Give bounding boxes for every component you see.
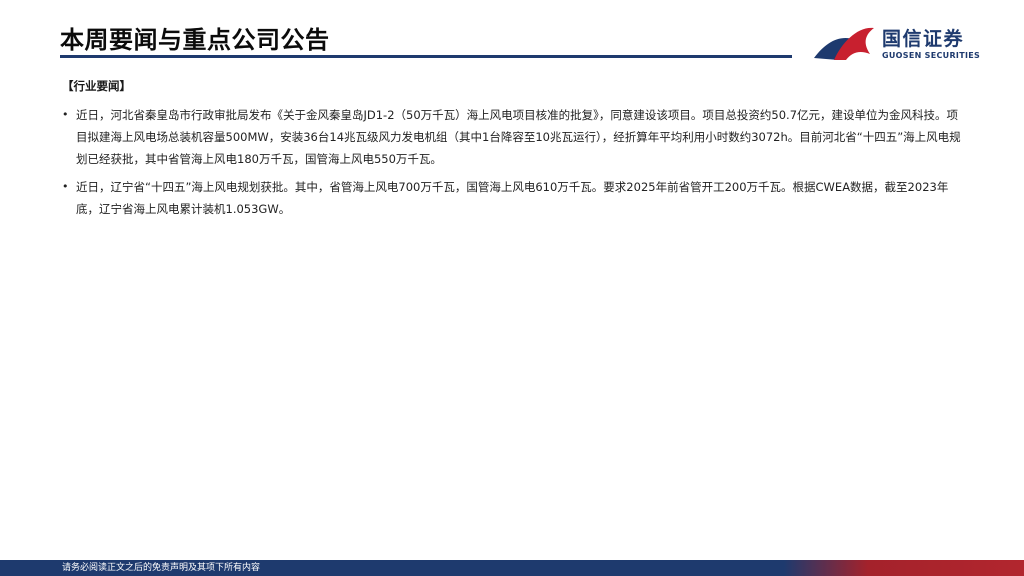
section-label: 【行业要闻】 <box>62 79 131 93</box>
news-text: 近日，河北省秦皇岛市行政审批局发布《关于金风秦皇岛JD1-2（50万千瓦）海上风… <box>76 108 961 166</box>
guosen-logo: 国信证券 GUOSEN SECURITIES <box>812 20 982 64</box>
guosen-logo-icon <box>814 27 874 60</box>
news-text: 近日，辽宁省“十四五”海上风电规划获批。其中，省管海上风电700万千瓦，国管海上… <box>76 180 949 216</box>
footer-accent <box>784 560 1024 576</box>
bullet-icon: • <box>62 180 69 193</box>
news-list: • 近日，河北省秦皇岛市行政审批局发布《关于金风秦皇岛JD1-2（50万千瓦）海… <box>62 104 962 226</box>
news-item: • 近日，辽宁省“十四五”海上风电规划获批。其中，省管海上风电700万千瓦，国管… <box>62 176 962 220</box>
logo-name-en: GUOSEN SECURITIES <box>882 51 981 60</box>
news-item: • 近日，河北省秦皇岛市行政审批局发布《关于金风秦皇岛JD1-2（50万千瓦）海… <box>62 104 962 170</box>
bullet-icon: • <box>62 108 69 121</box>
title-divider <box>60 55 792 58</box>
logo-name-cn: 国信证券 <box>882 28 965 50</box>
page-title: 本周要闻与重点公司公告 <box>60 26 330 54</box>
footer-disclaimer: 请务必阅读正文之后的免责声明及其项下所有内容 <box>62 563 261 573</box>
footer-bar: 请务必阅读正文之后的免责声明及其项下所有内容 <box>0 560 1024 576</box>
